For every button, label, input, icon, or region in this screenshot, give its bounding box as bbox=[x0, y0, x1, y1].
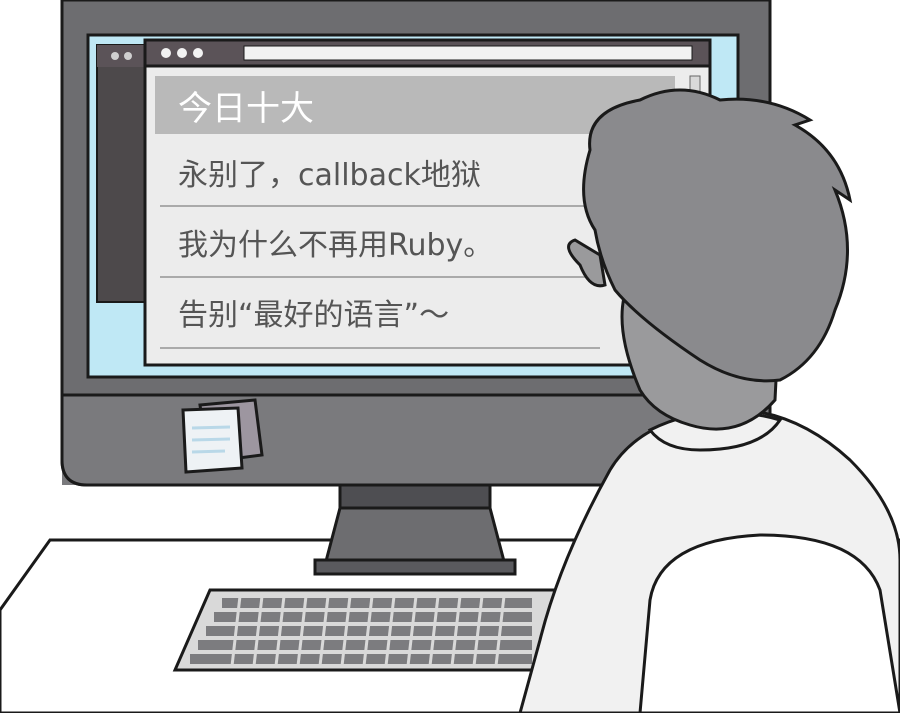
illustration-scene: 今日十大 永别了，callback地狱 我为什么不再用Ruby。 告别“最好的语… bbox=[0, 0, 900, 713]
address-bar[interactable] bbox=[243, 45, 693, 61]
headline-item-3[interactable]: 告别“最好的语言”～ bbox=[178, 298, 449, 333]
window-dots-icon bbox=[161, 48, 203, 58]
headline-item-2[interactable]: 我为什么不再用Ruby。 bbox=[178, 228, 493, 263]
monitor-stand bbox=[313, 478, 517, 576]
keyboard bbox=[172, 588, 562, 672]
headline-today-top10: 今日十大 bbox=[178, 89, 314, 129]
headline-item-1[interactable]: 永别了，callback地狱 bbox=[178, 158, 481, 193]
